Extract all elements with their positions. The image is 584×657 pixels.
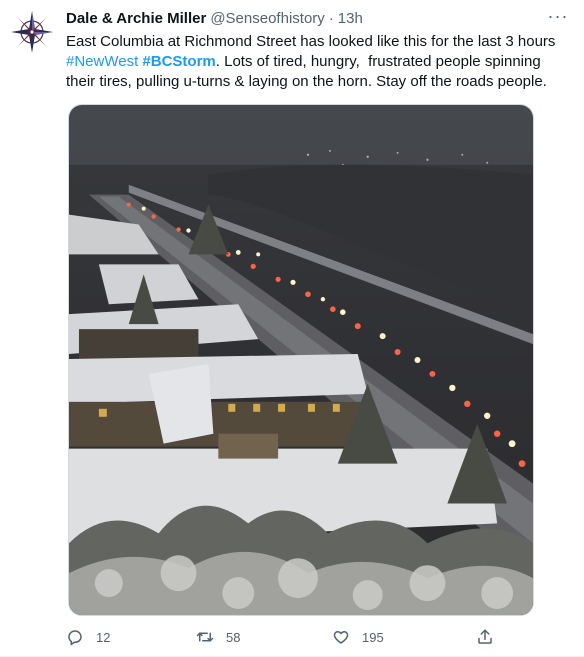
hashtag-bcstorm[interactable]: #BCStorm: [142, 53, 215, 70]
tweet-card[interactable]: Dale & Archie Miller @Senseofhistory · 1…: [0, 0, 584, 657]
tweet-header: Dale & Archie Miller @Senseofhistory · 1…: [66, 8, 570, 30]
like-button[interactable]: 195: [332, 628, 384, 646]
heart-icon: [333, 631, 349, 644]
compass-rose-icon: [11, 11, 53, 53]
tweet-text: East Columbia at Richmond Street has loo…: [66, 32, 566, 92]
like-count: 195: [362, 629, 384, 645]
separator-dot: ·: [328, 10, 334, 27]
hashtag-newwest[interactable]: #NewWest: [66, 53, 138, 70]
author-display-name[interactable]: Dale & Archie Miller: [66, 9, 206, 29]
share-icon: [478, 629, 492, 644]
reply-icon: [68, 630, 82, 646]
tweet-timestamp[interactable]: 13h: [338, 9, 363, 29]
tweet-text-rest: . Lots of tired, hungry, frustrated peop…: [66, 53, 547, 90]
avatar[interactable]: [8, 8, 56, 56]
snowy-traffic-photo: [69, 105, 533, 615]
retweet-button[interactable]: 58: [196, 628, 240, 646]
reply-count: 12: [96, 629, 111, 645]
more-options-button[interactable]: ···: [546, 6, 570, 29]
tweet-text-line1: East Columbia at Richmond Street has loo…: [66, 33, 556, 50]
author-handle[interactable]: @Senseofhistory: [210, 9, 324, 29]
share-button[interactable]: [476, 628, 494, 646]
tweet-photo[interactable]: [68, 104, 534, 616]
retweet-count: 58: [226, 629, 241, 645]
reply-button[interactable]: 12: [66, 628, 110, 646]
tweet-actions: 12 58 195: [66, 626, 494, 648]
more-horizontal-icon: ···: [547, 6, 569, 26]
retweet-icon: [196, 632, 214, 642]
